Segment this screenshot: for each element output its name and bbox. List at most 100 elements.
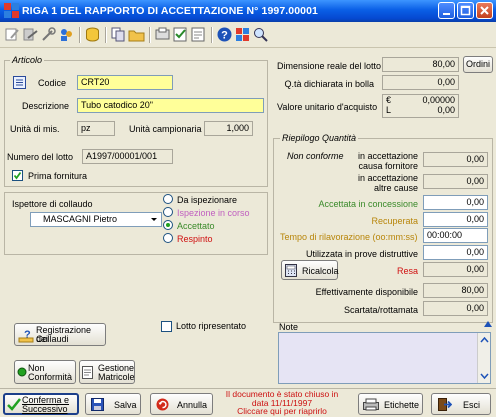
salva-button[interactable]: Salva — [85, 393, 141, 415]
valore-field: € 0,00000 L 0,00 — [382, 94, 459, 118]
note-label: Note — [279, 322, 299, 332]
chevron-down-icon[interactable] — [147, 213, 161, 226]
expand-up-icon[interactable] — [484, 320, 492, 328]
gestione-label-2: Matricole — [98, 372, 135, 382]
document-icon — [82, 366, 93, 379]
unita-campionaria-label: Unità campionaria — [129, 124, 202, 134]
registrazione-collaudi-button[interactable]: ? Registrazione dei Collaudi — [14, 323, 106, 346]
note-textarea[interactable] — [278, 332, 491, 384]
status-dot-icon — [17, 367, 27, 377]
disponibile-field: 80,00 — [423, 283, 488, 298]
edit-icon[interactable] — [4, 26, 21, 43]
maximize-button[interactable] — [457, 2, 474, 19]
registrazione-label-2: Collaudi — [36, 334, 69, 344]
salva-label: Salva — [114, 400, 137, 410]
tools-icon[interactable] — [40, 26, 57, 43]
radio-ispezione-in-corso[interactable] — [163, 207, 173, 217]
prove-input[interactable]: 0,00 — [423, 245, 488, 260]
lotto-field: A1997/00001/001 — [82, 149, 173, 164]
etichette-button[interactable]: Etichette — [358, 393, 423, 415]
lotto-ripresentato-checkbox[interactable] — [161, 321, 172, 332]
checklist-icon[interactable] — [172, 26, 189, 43]
scroll-up-icon[interactable] — [480, 336, 489, 344]
dimensione-field: 80,00 — [382, 57, 459, 72]
euro-symbol: € — [386, 95, 392, 105]
exit-icon — [438, 398, 452, 411]
register-icon: ? — [18, 329, 34, 343]
resa-field: 0,00 — [423, 262, 488, 277]
copy-icon[interactable] — [110, 26, 127, 43]
concessione-label: Accettata in concessione — [318, 199, 418, 209]
closed-message-line-3: Cliccare qui per riaprirlo — [237, 406, 327, 416]
radio-respinto[interactable] — [163, 233, 173, 243]
svg-text:?: ? — [221, 30, 228, 42]
disponibile-label: Effettivamente disponibile — [315, 287, 418, 297]
non-conformita-button[interactable]: Non Conformità — [14, 360, 76, 384]
window-title: RIGA 1 DEL RAPPORTO DI ACCETTAZIONE N° 1… — [22, 5, 318, 17]
altre-cause-label-2: altre cause — [373, 183, 418, 193]
valore-label: Valore unitario d'acquisto — [277, 102, 378, 112]
ricalcola-label: Ricalcola — [302, 266, 339, 276]
printer-icon — [363, 398, 379, 411]
concessione-input[interactable]: 0,00 — [423, 195, 488, 210]
title-bar: RIGA 1 DEL RAPPORTO DI ACCETTAZIONE N° 1… — [0, 0, 496, 22]
print-preview-icon[interactable] — [154, 26, 171, 43]
codice-input[interactable]: CRT20 — [77, 75, 173, 90]
minimize-button[interactable] — [438, 2, 455, 19]
app-icon — [4, 3, 19, 18]
tempo-input[interactable]: 00:00:00 — [423, 228, 488, 243]
conferma-successivo-button[interactable]: Conferma e Successivo — [3, 393, 79, 415]
qta-bolla-field: 0,00 — [382, 75, 459, 90]
scroll-down-icon[interactable] — [480, 372, 489, 380]
esci-label: Esci — [463, 400, 481, 410]
search-icon[interactable] — [252, 26, 269, 43]
radio-accettato[interactable] — [163, 220, 173, 230]
um-field: pz — [77, 121, 115, 136]
ispezione-in-corso-label: Ispezione in corso — [177, 208, 250, 218]
calculator-icon — [285, 264, 297, 277]
users-icon[interactable] — [58, 26, 75, 43]
respinto-label: Respinto — [177, 234, 213, 244]
settings-icon[interactable] — [234, 26, 251, 43]
document-closed-message[interactable]: Il documento è stato chiuso in data 11/1… — [220, 390, 344, 417]
radio-da-ispezionare[interactable] — [163, 194, 173, 204]
prove-label: Utilizzata in prove distruttive — [305, 249, 418, 259]
descrizione-label: Descrizione — [22, 101, 70, 111]
database-icon[interactable] — [84, 26, 101, 43]
altre-cause-field: 0,00 — [423, 174, 488, 189]
da-ispezionare-label: Da ispezionare — [177, 195, 238, 205]
gestione-matricole-button[interactable]: Gestione Matricole — [79, 360, 135, 384]
help-icon[interactable]: ? — [216, 26, 233, 43]
annulla-button[interactable]: Annulla — [150, 393, 213, 415]
notes-icon[interactable] — [22, 26, 39, 43]
articolo-label: Articolo — [10, 55, 45, 65]
accettazione-window: RIGA 1 DEL RAPPORTO DI ACCETTAZIONE N° 1… — [0, 0, 496, 417]
ricalcola-button[interactable]: Ricalcola — [281, 260, 339, 280]
note-scrollbar[interactable] — [477, 333, 490, 383]
ispettore-label: Ispettore di collaudo — [12, 199, 93, 209]
riepilogo-label: Riepilogo Quantità — [280, 133, 359, 143]
recuperata-input[interactable]: 0,00 — [423, 212, 488, 227]
ordini-button[interactable]: Ordini — [463, 56, 493, 73]
prima-fornitura-label: Prima fornitura — [28, 171, 88, 181]
lookup-list-icon[interactable] — [13, 76, 26, 89]
lotto-ripresentato-label: Lotto ripresentato — [176, 321, 247, 331]
lotto-label: Numero del lotto — [7, 152, 74, 162]
qta-bolla-label: Q.tà dichiarata in bolla — [284, 79, 374, 89]
folder-icon[interactable] — [128, 26, 145, 43]
ispettore-select[interactable]: MASCAGNI Pietro — [30, 212, 162, 227]
scartata-field: 0,00 — [423, 301, 488, 316]
causa-fornitore-label-2: causa fornitore — [358, 161, 418, 171]
lire-symbol: L — [386, 105, 392, 115]
esci-button[interactable]: Esci — [431, 393, 491, 415]
accettato-label: Accettato — [177, 221, 215, 231]
causa-fornitore-field: 0,00 — [423, 152, 488, 167]
annulla-label: Annulla — [177, 400, 208, 410]
prima-fornitura-checkbox[interactable] — [12, 170, 23, 181]
descrizione-input[interactable]: Tubo catodico 20" — [77, 98, 264, 113]
dimensione-label: Dimensione reale del lotto — [277, 61, 382, 71]
altre-cause-label-1: in accettazione — [357, 173, 418, 183]
conferma-label-2: Successivo — [22, 404, 68, 414]
close-button[interactable] — [476, 2, 493, 19]
report-icon[interactable] — [190, 26, 207, 43]
